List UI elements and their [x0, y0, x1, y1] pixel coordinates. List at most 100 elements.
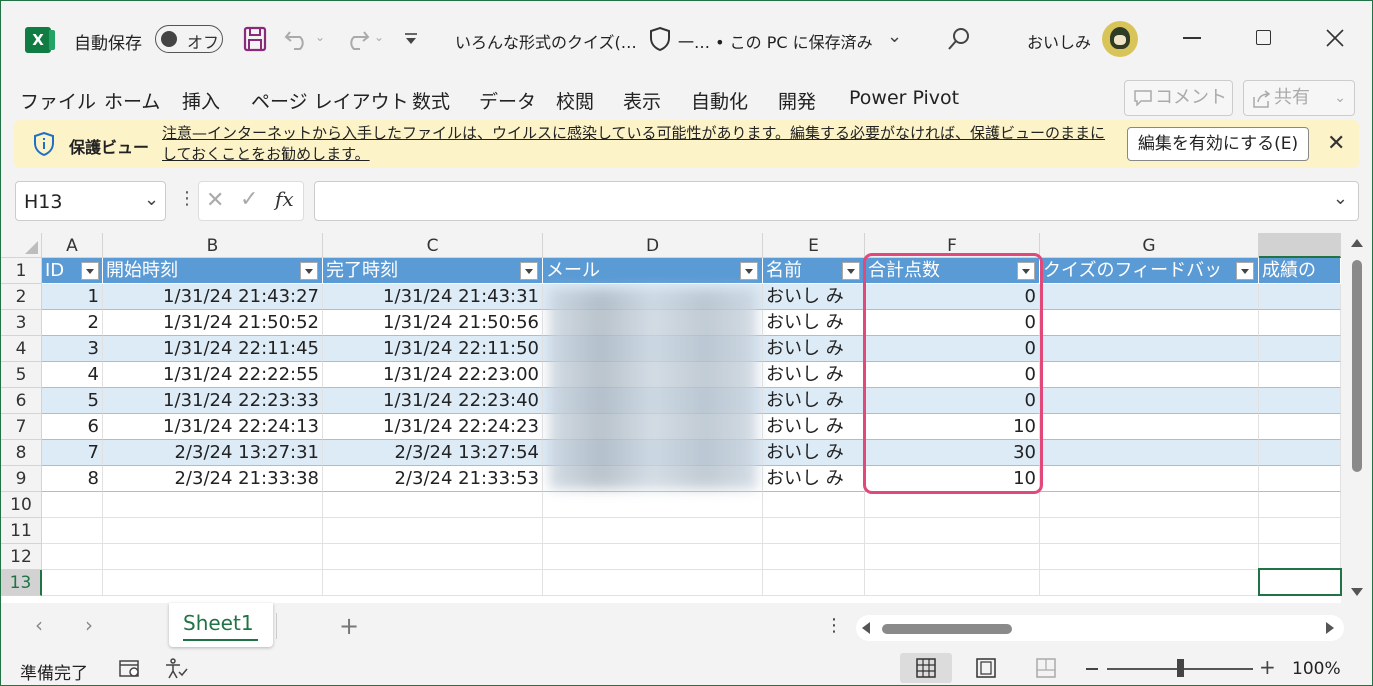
- empty-cell[interactable]: [543, 492, 763, 518]
- table-header-grade[interactable]: 成績の: [1259, 258, 1341, 284]
- formula-input[interactable]: ⌄: [314, 181, 1359, 221]
- column-header-g[interactable]: G: [1040, 233, 1259, 258]
- table-cell-score[interactable]: 30: [865, 440, 1040, 466]
- row-header[interactable]: 4: [1, 336, 42, 362]
- page-layout-view-button[interactable]: [960, 653, 1012, 683]
- row-header[interactable]: 10: [1, 492, 42, 518]
- empty-cell[interactable]: [763, 544, 865, 570]
- table-cell-start[interactable]: 1/31/24 21:50:52: [103, 310, 323, 336]
- table-cell-end[interactable]: 1/31/24 22:23:40: [323, 388, 543, 414]
- filter-dropdown-icon[interactable]: [81, 262, 99, 280]
- empty-cell[interactable]: [763, 518, 865, 544]
- redo-icon[interactable]: [342, 28, 370, 50]
- table-cell-score[interactable]: 10: [865, 466, 1040, 492]
- table-cell-feedback[interactable]: [1040, 388, 1259, 414]
- table-cell-feedback[interactable]: [1040, 310, 1259, 336]
- file-title[interactable]: いろんな形式のクイズ(…: [455, 29, 637, 53]
- filter-dropdown-icon[interactable]: [842, 262, 860, 280]
- table-cell-start[interactable]: 2/3/24 13:27:31: [103, 440, 323, 466]
- table-cell-end[interactable]: 1/31/24 22:24:23: [323, 414, 543, 440]
- table-cell-score[interactable]: 10: [865, 414, 1040, 440]
- shield-icon[interactable]: [649, 26, 671, 52]
- accessibility-icon[interactable]: [164, 658, 188, 680]
- insert-function-button[interactable]: fx: [275, 187, 294, 211]
- active-cell-h13[interactable]: [1258, 568, 1342, 596]
- close-icon[interactable]: [1326, 29, 1344, 47]
- row-header[interactable]: 1: [1, 258, 42, 284]
- table-cell-start[interactable]: 1/31/24 22:11:45: [103, 336, 323, 362]
- table-cell-end[interactable]: 2/3/24 21:33:53: [323, 466, 543, 492]
- empty-cell[interactable]: [1259, 518, 1341, 544]
- table-cell-feedback[interactable]: [1040, 284, 1259, 310]
- column-header-d[interactable]: D: [543, 233, 763, 258]
- normal-view-button[interactable]: [900, 653, 952, 683]
- table-cell-id[interactable]: 8: [42, 466, 103, 492]
- column-header-b[interactable]: B: [103, 233, 323, 258]
- empty-cell[interactable]: [103, 492, 323, 518]
- table-cell-name[interactable]: おいし み: [763, 414, 865, 440]
- table-cell-start[interactable]: 1/31/24 21:43:27: [103, 284, 323, 310]
- filter-dropdown-icon[interactable]: [1236, 262, 1254, 280]
- empty-cell[interactable]: [1040, 518, 1259, 544]
- empty-cell[interactable]: [42, 518, 103, 544]
- tab-page-layout[interactable]: ページ レイアウト: [251, 87, 409, 114]
- empty-cell[interactable]: [42, 570, 103, 596]
- table-cell-id[interactable]: 4: [42, 362, 103, 388]
- filter-dropdown-icon[interactable]: [300, 262, 318, 280]
- next-sheet-icon[interactable]: ›: [85, 615, 93, 635]
- tab-file[interactable]: ファイル: [20, 87, 96, 114]
- table-header-start[interactable]: 開始時刻: [103, 258, 323, 284]
- empty-cell[interactable]: [103, 570, 323, 596]
- empty-cell[interactable]: [865, 570, 1040, 596]
- row-header[interactable]: 2: [1, 284, 42, 310]
- user-name[interactable]: おいしみ: [1027, 29, 1091, 53]
- row-header[interactable]: 9: [1, 466, 42, 492]
- confirm-icon[interactable]: ✓: [240, 187, 258, 212]
- empty-cell[interactable]: [865, 544, 1040, 570]
- table-cell-feedback[interactable]: [1040, 466, 1259, 492]
- table-header-end[interactable]: 完了時刻: [323, 258, 543, 284]
- scroll-down-icon[interactable]: [1351, 588, 1363, 596]
- scroll-right-icon[interactable]: [1326, 622, 1334, 634]
- table-cell-end[interactable]: 1/31/24 21:43:31: [323, 284, 543, 310]
- worksheet-grid[interactable]: A B C D E F G 1 2 3 4 5 6 7 8 9 10 11 12…: [1, 233, 1341, 603]
- empty-cell[interactable]: [763, 570, 865, 596]
- table-cell-name[interactable]: おいし み: [763, 362, 865, 388]
- table-cell-grade[interactable]: [1259, 336, 1341, 362]
- table-cell-name[interactable]: おいし み: [763, 440, 865, 466]
- cell-mode-icon[interactable]: [119, 659, 141, 679]
- filter-dropdown-icon[interactable]: [740, 262, 758, 280]
- empty-cell[interactable]: [42, 492, 103, 518]
- table-cell-feedback[interactable]: [1040, 362, 1259, 388]
- table-cell-id[interactable]: 3: [42, 336, 103, 362]
- save-icon[interactable]: [243, 26, 267, 52]
- table-cell-end[interactable]: 1/31/24 22:11:50: [323, 336, 543, 362]
- table-cell-start[interactable]: 2/3/24 21:33:38: [103, 466, 323, 492]
- table-cell-name[interactable]: おいし み: [763, 336, 865, 362]
- table-header-id[interactable]: ID: [42, 258, 103, 284]
- tab-data[interactable]: データ: [479, 87, 536, 114]
- avatar[interactable]: [1102, 21, 1138, 57]
- tab-developer[interactable]: 開発: [778, 87, 816, 114]
- table-cell-grade[interactable]: [1259, 284, 1341, 310]
- empty-cell[interactable]: [763, 492, 865, 518]
- table-cell-name[interactable]: おいし み: [763, 310, 865, 336]
- tab-insert[interactable]: 挿入: [182, 87, 220, 114]
- cancel-icon[interactable]: ✕: [206, 188, 224, 213]
- table-header-email[interactable]: メール: [543, 258, 763, 284]
- table-cell-start[interactable]: 1/31/24 22:24:13: [103, 414, 323, 440]
- table-cell-name[interactable]: おいし み: [763, 466, 865, 492]
- zoom-out-icon[interactable]: [1086, 668, 1098, 670]
- tab-formulas[interactable]: 数式: [412, 87, 450, 114]
- protected-view-message[interactable]: 注意—インターネットから入手したファイルは、ウイルスに感染している可能性がありま…: [162, 123, 1112, 165]
- column-header-c[interactable]: C: [323, 233, 543, 258]
- table-cell-id[interactable]: 5: [42, 388, 103, 414]
- tab-home[interactable]: ホーム: [104, 87, 160, 114]
- table-cell-score[interactable]: 0: [865, 388, 1040, 414]
- table-cell-name[interactable]: おいし み: [763, 284, 865, 310]
- close-icon[interactable]: ✕: [1327, 131, 1345, 156]
- table-cell-grade[interactable]: [1259, 440, 1341, 466]
- prev-sheet-icon[interactable]: ‹: [35, 615, 43, 635]
- zoom-level[interactable]: 100%: [1292, 659, 1341, 679]
- empty-cell[interactable]: [543, 518, 763, 544]
